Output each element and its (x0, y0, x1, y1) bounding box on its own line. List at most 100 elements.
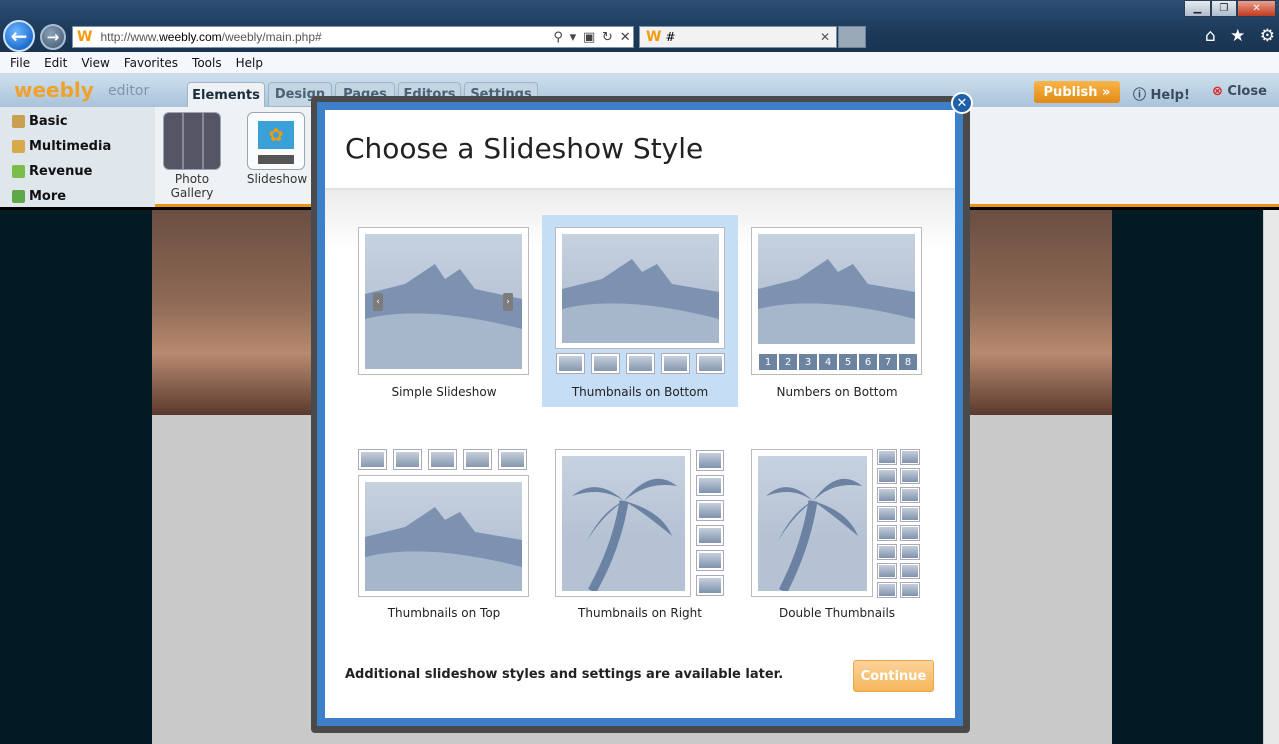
landscape-preview (758, 234, 915, 344)
palm-preview (758, 456, 867, 591)
minimize-button[interactable]: ▁ (1184, 0, 1211, 17)
option-label: Numbers on Bottom (776, 385, 898, 399)
option-simple-slideshow[interactable]: ‹ › Simple Slideshow (346, 215, 542, 405)
thumbnail (358, 449, 387, 470)
option-thumbnails-right[interactable]: Thumbnails on Right (542, 440, 738, 630)
gear-icon[interactable]: ⚙ (1260, 26, 1275, 48)
menu-view[interactable]: View (81, 56, 109, 70)
side-thumbnail (900, 563, 920, 579)
thumbnail (428, 449, 457, 470)
option-double-thumbnails[interactable]: Double Thumbnails (739, 440, 935, 630)
publish-button[interactable]: Publish » (1034, 81, 1120, 103)
side-thumbnail (877, 449, 897, 465)
browser-right-icons: ⌂ ★ ⚙ (1205, 26, 1275, 48)
window-close-button[interactable]: ✕ (1237, 0, 1277, 17)
category-revenue[interactable]: Revenue (12, 164, 92, 179)
help-icon: ⓘ (1133, 88, 1151, 103)
help-link[interactable]: ⓘ Help! (1133, 84, 1190, 103)
side-thumbnail (696, 450, 724, 471)
menu-bar: File Edit View Favorites Tools Help (0, 52, 1279, 74)
editor-logo-sub: editor (108, 83, 150, 99)
number-button: 1 (759, 354, 777, 370)
number-button: 4 (819, 354, 837, 370)
slideshow-element[interactable]: ✿ (247, 112, 305, 170)
side-thumbnail (877, 582, 897, 598)
side-thumbnail (900, 525, 920, 541)
slideshow-controls-icon (258, 155, 294, 164)
home-icon[interactable]: ⌂ (1205, 26, 1216, 48)
forward-button[interactable]: → (40, 24, 66, 50)
thumbnail (661, 353, 690, 374)
dialog-note: Additional slideshow styles and settings… (345, 667, 784, 682)
next-arrow-icon: › (503, 293, 513, 311)
continue-button[interactable]: Continue (853, 660, 934, 692)
dialog-title: Choose a Slideshow Style (345, 132, 704, 165)
basic-icon (12, 115, 25, 128)
compat-view-icon[interactable]: ▣ (583, 30, 595, 45)
palm-preview (562, 456, 685, 591)
side-thumbnail (900, 582, 920, 598)
thumbnail (463, 449, 492, 470)
window-controls: ▁ ❐ ✕ (1184, 0, 1277, 17)
option-thumbnails-bottom[interactable]: Thumbnails on Bottom (542, 215, 738, 405)
number-button: 5 (839, 354, 857, 370)
url-prefix: http://www. (100, 30, 160, 44)
thumbnail (696, 353, 725, 374)
favorites-star-icon[interactable]: ★ (1230, 26, 1245, 48)
address-bar-icons: ⚲ ▾ ▣ ↻ ✕ (550, 26, 634, 48)
menu-favorites[interactable]: Favorites (124, 56, 178, 70)
photo-gallery-element[interactable] (163, 112, 221, 170)
page-scrollbar[interactable] (1263, 210, 1279, 744)
close-editor-link[interactable]: ⊗ Close (1212, 84, 1267, 99)
category-more[interactable]: More (12, 189, 66, 204)
option-numbers-bottom[interactable]: 1 2 3 4 5 6 7 8 Numbers on Bottom (739, 215, 935, 405)
slideshow-label: Slideshow (246, 172, 308, 186)
thumbnail (498, 449, 527, 470)
option-label: Thumbnails on Top (387, 606, 501, 620)
option-label: Thumbnails on Right (578, 606, 702, 620)
category-basic[interactable]: Basic (12, 114, 68, 129)
dropdown-icon[interactable]: ▾ (570, 30, 577, 45)
url-domain: weebly.com (159, 30, 222, 44)
more-icon (12, 190, 25, 203)
tab-title: # (665, 30, 676, 44)
number-button: 3 (799, 354, 817, 370)
stop-icon[interactable]: ✕ (620, 30, 631, 45)
close-tab-icon[interactable]: ✕ (820, 30, 830, 44)
refresh-icon[interactable]: ↻ (602, 30, 613, 45)
back-arrow-icon: ← (10, 24, 28, 48)
restore-button[interactable]: ❐ (1210, 0, 1238, 17)
number-button: 7 (879, 354, 897, 370)
thumbnail (556, 353, 585, 374)
tab-elements[interactable]: Elements (187, 82, 265, 107)
menu-edit[interactable]: Edit (44, 56, 67, 70)
weebly-logo: weebly (14, 78, 94, 102)
butterfly-icon: ✿ (258, 121, 294, 149)
thumbnail (393, 449, 422, 470)
browser-tab[interactable]: W # ✕ (639, 26, 837, 48)
menu-help[interactable]: Help (236, 56, 263, 70)
close-dialog-button[interactable]: ✕ (951, 92, 973, 114)
side-thumbnail (877, 525, 897, 541)
option-label: Thumbnails on Bottom (571, 385, 709, 399)
search-icon[interactable]: ⚲ (553, 30, 563, 45)
menu-tools[interactable]: Tools (192, 56, 222, 70)
close-icon: ⊗ (1212, 84, 1228, 99)
menu-file[interactable]: File (10, 56, 30, 70)
photo-gallery-label: Photo Gallery (170, 172, 214, 200)
side-thumbnail (900, 487, 920, 503)
side-thumbnail (696, 475, 724, 496)
side-thumbnail (696, 500, 724, 521)
number-button: 8 (899, 354, 917, 370)
forward-arrow-icon: → (46, 28, 60, 46)
option-thumbnails-top[interactable]: Thumbnails on Top (346, 440, 542, 630)
help-label: Help! (1150, 88, 1190, 103)
side-thumbnail (900, 506, 920, 522)
side-thumbnail (900, 449, 920, 465)
category-multimedia[interactable]: Multimedia (12, 139, 111, 154)
landscape-preview (562, 234, 719, 343)
option-label: Double Thumbnails (778, 606, 896, 620)
weebly-favicon-icon: W (77, 29, 93, 45)
new-tab-button[interactable] (838, 26, 866, 48)
back-button[interactable]: ← (3, 20, 35, 52)
